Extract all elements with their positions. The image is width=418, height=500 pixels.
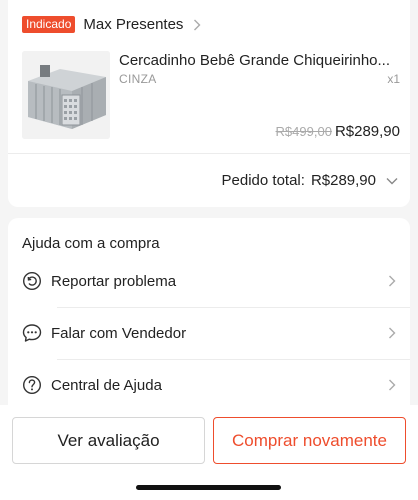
order-card: Indicado Max Presentes Cercadinho Bebê G… (8, 0, 410, 207)
product-image[interactable] (22, 51, 110, 139)
sale-price: R$289,90 (334, 123, 400, 140)
chevron-right-icon (389, 275, 396, 287)
chat-icon (22, 324, 42, 342)
report-problem-icon (22, 271, 42, 291)
home-indicator[interactable] (136, 485, 281, 490)
product-variant: CINZA (119, 72, 157, 86)
help-center-icon (22, 375, 42, 395)
chevron-right-icon (389, 379, 396, 391)
help-center-item[interactable]: Central de Ajuda (8, 359, 410, 411)
chat-seller-label: Falar com Vendedor (51, 324, 187, 342)
chat-seller-item[interactable]: Falar com Vendedor (8, 307, 410, 359)
help-center-label: Central de Ajuda (51, 376, 162, 394)
bottom-action-bar: Ver avaliação Comprar novamente (0, 405, 418, 500)
original-price: R$499,00 (275, 124, 332, 139)
order-total-row[interactable]: Pedido total: R$289,90 (222, 172, 398, 189)
buy-again-button[interactable]: Comprar novamente (213, 417, 406, 464)
report-problem-label: Reportar problema (51, 272, 177, 290)
help-section-title: Ajuda com a compra (22, 235, 160, 252)
price-row: R$499,00 R$289,90 (276, 123, 400, 140)
store-row[interactable]: Indicado Max Presentes (22, 16, 201, 33)
report-problem-item[interactable]: Reportar problema (8, 255, 410, 307)
product-title[interactable]: Cercadinho Bebê Grande Chiqueirinho... (119, 52, 407, 69)
order-total-label: Pedido total: (221, 172, 305, 189)
view-review-button[interactable]: Ver avaliação (12, 417, 205, 464)
chevron-right-icon (194, 19, 201, 30)
store-name[interactable]: Max Presentes (83, 16, 183, 33)
recommended-badge: Indicado (22, 16, 76, 33)
product-quantity: x1 (387, 72, 400, 86)
chevron-down-icon (386, 177, 398, 184)
divider (8, 153, 410, 154)
order-total-value: R$289,90 (310, 172, 376, 189)
chevron-right-icon (389, 327, 396, 339)
